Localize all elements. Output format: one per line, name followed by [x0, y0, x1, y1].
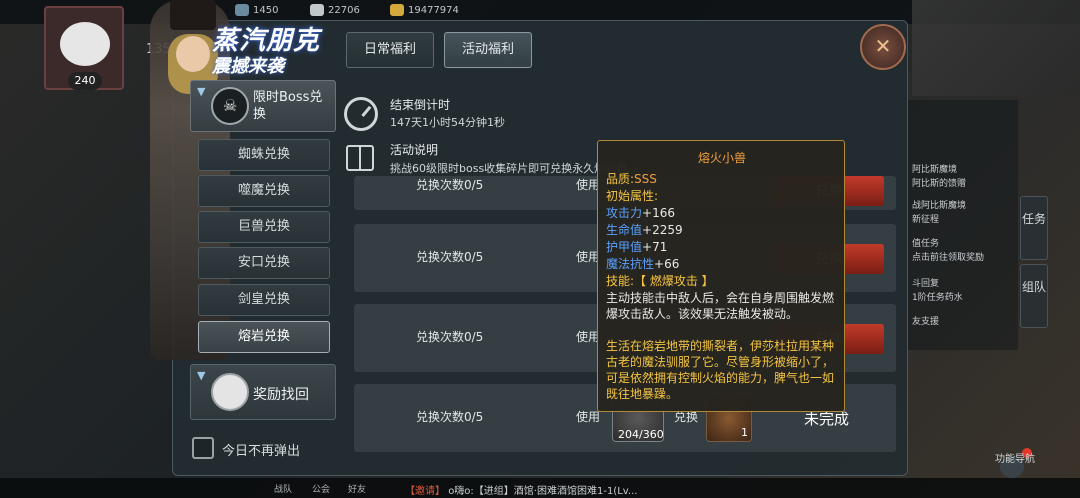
quest-line: 阿比斯魔境 — [912, 165, 958, 175]
resource-1: 1450 — [235, 4, 278, 16]
skill-label: 技能: — [606, 274, 635, 288]
side-item-spider[interactable]: 蜘蛛兑换 — [198, 139, 330, 171]
magic-res-label: 魔法抗性 — [606, 257, 655, 271]
dont-show-label: 今日不再弹出 — [222, 444, 301, 459]
magic-res-line: 魔法抗性+66 — [606, 256, 679, 272]
chat-tag: 【邀请】 — [405, 486, 445, 497]
quest-line: 友支援 — [912, 317, 940, 327]
tab-daily-welfare[interactable]: 日常福利 — [346, 32, 434, 68]
resource-2: 22706 — [310, 4, 360, 16]
category-boss-exchange[interactable]: ▼ ☠ 限时Boss兑换 — [190, 80, 336, 132]
player-level: 240 — [68, 72, 102, 90]
resource-icon — [235, 4, 249, 16]
nav-team[interactable]: 战队 — [274, 482, 292, 495]
gift-icon — [346, 145, 374, 171]
side-item-swordking[interactable]: 剑皇兑换 — [198, 284, 330, 316]
avatar — [60, 22, 110, 66]
hp-label: 生命值 — [606, 223, 643, 237]
player-portrait[interactable]: 240 — [44, 6, 124, 90]
skill-description: 主动技能击中敌人后，会在自身周围触发燃爆攻击敌人。该效果无法触发被动。 — [606, 291, 835, 321]
magic-res-value: +66 — [654, 257, 680, 271]
function-nav-label[interactable]: 功能导航 — [990, 450, 1040, 465]
gold-icon — [390, 4, 404, 16]
quest-line: 阿比斯的馈赠 — [912, 179, 967, 189]
side-item-ankou[interactable]: 安口兑换 — [198, 247, 330, 279]
quest-line: 新征程 — [912, 215, 940, 225]
quality-label: 品质: — [606, 172, 635, 186]
hero-hat — [170, 0, 216, 30]
desc-title: 活动说明 — [390, 143, 439, 157]
chat-text: o嗨o:【进组】酒馆·困难酒馆困难1-1(Lv... — [448, 486, 638, 497]
initial-attr-label: 初始属性: — [606, 189, 659, 203]
quality-value: SSS — [634, 172, 657, 186]
chevron-down-icon: ▼ — [197, 85, 206, 98]
quest-tracker[interactable] — [908, 100, 1018, 350]
minimap[interactable] — [912, 0, 1080, 96]
quest-line: 1阶任务药水 — [912, 293, 963, 303]
lore-text: 生活在熔岩地带的撕裂者，伊莎杜拉用某种古老的魔法驯服了它。尽管身形被缩小了，可是… — [606, 339, 835, 401]
armor-line: 护甲值+71 — [606, 239, 667, 255]
resource-3: 19477974 — [390, 4, 459, 16]
row-count: 兑换次数0/5 — [416, 330, 484, 344]
chevron-down-icon: ▼ — [197, 369, 206, 382]
tab-quest[interactable]: 任务 — [1020, 196, 1048, 260]
banner-subtitle: 震撼来袭 — [212, 56, 284, 77]
nav-friends[interactable]: 好友 — [348, 482, 366, 495]
attack-value: +166 — [642, 206, 675, 220]
tooltip-title: 熔火小兽 — [697, 151, 746, 165]
item-qty: 1 — [741, 426, 748, 439]
game-screen: 1450 22706 19477974 240 135 阿比斯魔境 阿比斯的馈赠… — [0, 0, 1080, 498]
row-use: 使用 — [576, 410, 601, 424]
tab-event-welfare[interactable]: 活动福利 — [444, 32, 532, 68]
hp-value: +2259 — [642, 223, 683, 237]
reward-recovery[interactable]: ▼ 奖励找回 — [190, 364, 336, 420]
armor-value: +71 — [642, 240, 668, 254]
side-item-beast[interactable]: 巨兽兑换 — [198, 211, 330, 243]
skull-icon: ☠ — [211, 87, 249, 125]
row-count: 兑换次数0/5 — [416, 250, 484, 264]
attack-label: 攻击力 — [606, 206, 643, 220]
row-count: 兑换次数0/5 — [416, 178, 484, 192]
item-tooltip: 熔火小兽 品质:SSS 初始属性: 攻击力+166 生命值+2259 护甲值+7… — [597, 140, 845, 412]
resource-icon — [310, 4, 324, 16]
side-item-devourer[interactable]: 噬魔兑换 — [198, 175, 330, 207]
quest-line: 战阿比斯魔境 — [912, 201, 967, 211]
quest-line: 点击前往领取奖励 — [912, 253, 985, 263]
dont-show-checkbox[interactable] — [192, 437, 214, 459]
skill-name: 【 燃爆攻击 】 — [634, 274, 714, 288]
quality-line: 品质:SSS — [606, 171, 657, 187]
chat-line[interactable]: 【邀请】 o嗨o:【进组】酒馆·困难酒馆困难1-1(Lv... — [405, 482, 637, 497]
armor-label: 护甲值 — [606, 240, 643, 254]
attack-line: 攻击力+166 — [606, 205, 675, 221]
fragment-progress: 204/360 — [618, 428, 664, 441]
timer-icon — [344, 97, 378, 131]
reward-icon — [211, 373, 249, 411]
countdown-title: 结束倒计时 — [390, 98, 451, 112]
quest-line: 斗回复 — [912, 279, 940, 289]
row-count: 兑换次数0/5 — [416, 410, 484, 424]
countdown-value: 147天1小时54分钟1秒 — [390, 116, 505, 129]
side-item-lava[interactable]: 熔岩兑换 — [198, 321, 330, 353]
quest-line: 值任务 — [912, 239, 940, 249]
hp-line: 生命值+2259 — [606, 222, 683, 238]
hero-face — [176, 36, 210, 72]
skill-line: 技能:【 燃爆攻击 】 — [606, 273, 714, 289]
reward-label: 奖励找回 — [253, 387, 309, 403]
tab-team[interactable]: 组队 — [1020, 264, 1048, 328]
nav-guild[interactable]: 公会 — [312, 482, 330, 495]
close-emblem-icon[interactable]: ✕ — [860, 24, 906, 70]
category-label: 限时Boss兑换 — [253, 90, 323, 122]
